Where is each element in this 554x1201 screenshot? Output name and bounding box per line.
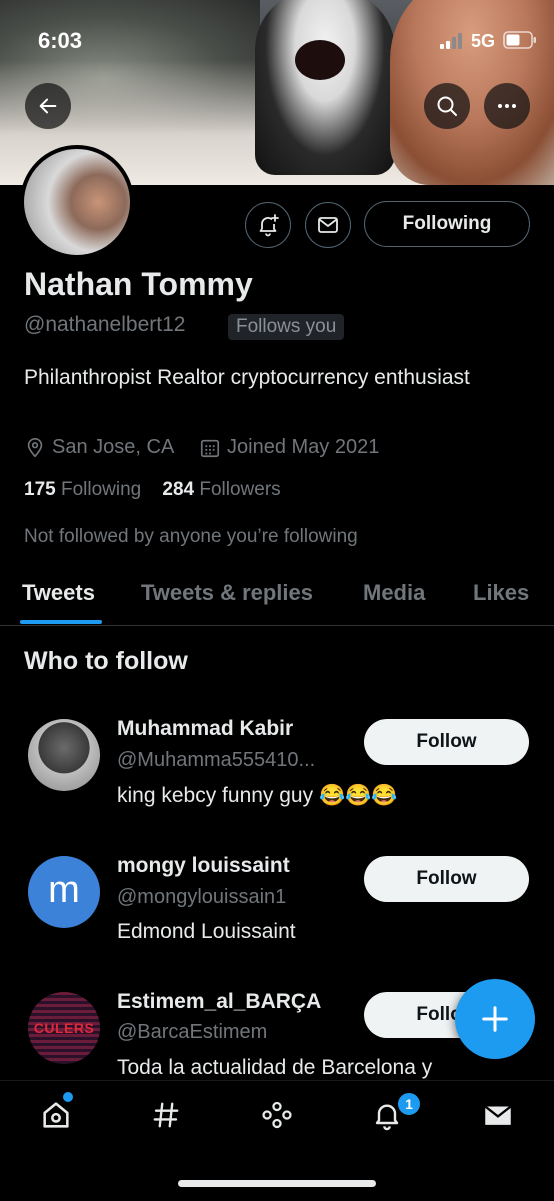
followers-link[interactable]: 284 Followers bbox=[162, 479, 280, 500]
messages-icon bbox=[484, 1105, 512, 1125]
status-time: 6:03 bbox=[38, 28, 83, 53]
nav-explore[interactable] bbox=[146, 1098, 186, 1132]
follow-button[interactable]: Follow bbox=[364, 719, 529, 765]
active-tab-indicator bbox=[20, 620, 102, 624]
user-bio: Edmond Louissaint bbox=[117, 920, 296, 943]
notification-badge: 1 bbox=[396, 1091, 422, 1117]
user-handle: @BarcaEstimem bbox=[117, 1021, 268, 1043]
plus-icon bbox=[482, 1006, 508, 1032]
home-badge bbox=[61, 1090, 75, 1104]
network-label: 5G bbox=[471, 31, 496, 51]
back-arrow-icon bbox=[39, 98, 57, 114]
follow-counts: 175 Following 284 Followers bbox=[24, 479, 281, 501]
following-label: Following bbox=[60, 479, 142, 500]
joined-text: Joined May 2021 bbox=[227, 436, 380, 458]
user-avatar-barca[interactable]: CULERS bbox=[28, 992, 100, 1064]
spaces-icon bbox=[262, 1101, 292, 1129]
battery-icon bbox=[503, 31, 537, 54]
user-avatar-muhammad[interactable] bbox=[28, 719, 100, 791]
profile-location: San Jose, CA bbox=[24, 436, 174, 459]
mail-icon bbox=[318, 217, 338, 233]
user-name[interactable]: mongy louissaint bbox=[117, 854, 290, 878]
nav-spaces[interactable] bbox=[257, 1098, 297, 1132]
following-link[interactable]: 175 Following bbox=[24, 479, 141, 500]
message-button[interactable] bbox=[305, 202, 351, 248]
tab-media[interactable]: Media bbox=[363, 580, 425, 606]
compose-tweet-button[interactable] bbox=[455, 979, 535, 1059]
profile-handle: @nathanelbert12 bbox=[24, 313, 186, 336]
tabs-divider bbox=[0, 625, 554, 626]
follow-button[interactable]: Follow bbox=[364, 856, 529, 902]
who-to-follow-title: Who to follow bbox=[24, 647, 188, 675]
followers-count: 284 bbox=[162, 479, 195, 500]
profile-bio: Philanthropist Realtor cryptocurrency en… bbox=[24, 366, 470, 389]
calendar-icon bbox=[200, 439, 220, 457]
user-name[interactable]: Muhammad Kabir bbox=[117, 717, 293, 741]
following-count: 175 bbox=[24, 479, 56, 500]
more-button[interactable] bbox=[484, 83, 530, 129]
profile-name: Nathan Tommy bbox=[24, 266, 253, 302]
search-button[interactable] bbox=[424, 83, 470, 129]
back-button[interactable] bbox=[25, 83, 71, 129]
not-followed-text: Not followed by anyone you’re following bbox=[24, 526, 358, 547]
tab-tweets[interactable]: Tweets bbox=[22, 580, 95, 606]
follows-you-badge: Follows you bbox=[228, 314, 345, 340]
status-bar: 6:03 5G bbox=[0, 0, 554, 80]
user-handle: @Muhamma555410... bbox=[117, 749, 316, 771]
user-handle: @mongylouissain1 bbox=[117, 886, 287, 908]
profile-joined: Joined May 2021 bbox=[199, 436, 379, 459]
search-icon bbox=[437, 96, 457, 116]
avatar-letter: m bbox=[48, 868, 80, 911]
tab-tweets-replies[interactable]: Tweets & replies bbox=[141, 580, 313, 606]
tab-likes[interactable]: Likes bbox=[473, 580, 529, 606]
more-icon bbox=[498, 104, 516, 108]
user-name[interactable]: Estimem_al_BARÇA bbox=[117, 990, 321, 1014]
explore-icon bbox=[153, 1102, 179, 1128]
following-button[interactable]: Following bbox=[364, 201, 530, 247]
user-bio: king kebcy funny guy 😂😂😂 bbox=[117, 784, 398, 807]
nav-messages[interactable] bbox=[478, 1098, 518, 1132]
notify-button[interactable] bbox=[245, 202, 291, 248]
followers-label: Followers bbox=[199, 479, 281, 500]
bell-plus-icon bbox=[259, 214, 279, 237]
profile-avatar[interactable] bbox=[20, 145, 134, 259]
user-avatar-mongy[interactable]: m bbox=[28, 856, 100, 928]
location-text: San Jose, CA bbox=[52, 436, 175, 458]
avatar-text: CULERS bbox=[33, 1020, 95, 1036]
signal-icon bbox=[440, 33, 466, 54]
location-pin-icon bbox=[27, 437, 43, 457]
home-indicator[interactable] bbox=[178, 1180, 376, 1187]
user-bio: Toda la actualidad de Barcelona y bbox=[117, 1056, 433, 1079]
